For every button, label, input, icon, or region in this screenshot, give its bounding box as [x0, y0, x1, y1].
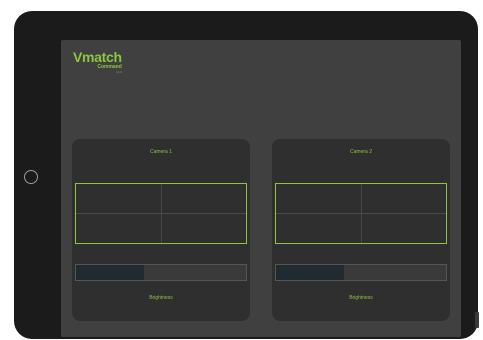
camera-view-grid[interactable] — [75, 183, 247, 244]
logo-version: v1.0 — [116, 70, 122, 74]
grid-divider-horizontal — [276, 213, 446, 214]
camera-title: Camera 1 — [150, 149, 172, 155]
brightness-label: Brightness — [149, 295, 173, 301]
brightness-slider-fill — [276, 265, 344, 280]
logo-subtitle: Command — [97, 64, 122, 70]
brightness-slider[interactable] — [75, 264, 247, 281]
brightness-label: Brightness — [349, 295, 373, 301]
side-button[interactable] — [475, 312, 479, 328]
brightness-slider-fill — [76, 265, 144, 280]
camera-view-grid[interactable] — [275, 183, 447, 244]
camera-panel-1: Camera 1 Brightness — [72, 139, 250, 321]
home-button[interactable] — [24, 170, 38, 184]
tablet-frame: Vmatch Command v1.0 Camera 1 Brightness … — [14, 11, 478, 339]
camera-title: Camera 2 — [350, 149, 372, 155]
app-screen: Vmatch Command v1.0 Camera 1 Brightness … — [61, 40, 461, 337]
app-logo: Vmatch Command v1.0 — [73, 50, 122, 74]
brightness-slider[interactable] — [275, 264, 447, 281]
camera-panel-2: Camera 2 Brightness — [272, 139, 450, 321]
grid-divider-horizontal — [76, 213, 246, 214]
logo-title: Vmatch — [73, 49, 122, 65]
